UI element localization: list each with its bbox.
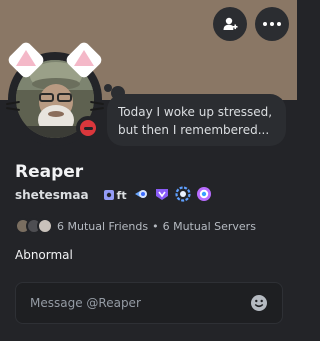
add-friend-button[interactable] xyxy=(213,7,247,41)
server-tag[interactable]: ft xyxy=(103,189,127,202)
about-me: Abnormal xyxy=(15,248,73,262)
user-profile-popout: Today I woke up stressed, but then I rem… xyxy=(0,0,297,341)
mutuals-summary: 6 Mutual Friends • 6 Mutual Servers xyxy=(57,220,256,233)
mutuals-row: 6 Mutual Friends • 6 Mutual Servers xyxy=(15,217,256,235)
mutual-friend-avatar xyxy=(37,218,53,234)
mutual-servers-link[interactable]: 6 Mutual Servers xyxy=(163,220,256,233)
nitro-badge-icon[interactable] xyxy=(154,186,170,202)
display-name: Reaper xyxy=(15,162,84,182)
custom-status-line-1: Today I woke up stressed, xyxy=(118,105,273,119)
profile-badges xyxy=(133,186,212,202)
separator-dot: • xyxy=(152,219,159,233)
more-dots-icon xyxy=(263,22,281,26)
server-boost-badge-icon[interactable] xyxy=(175,186,191,202)
server-tag-icon xyxy=(103,190,114,200)
message-box[interactable] xyxy=(15,282,283,324)
add-friend-icon xyxy=(223,17,238,30)
custom-status-bubble[interactable]: Today I woke up stressed, but then I rem… xyxy=(107,94,286,146)
quest-badge-icon[interactable] xyxy=(196,186,212,202)
dnd-status-icon xyxy=(80,120,96,136)
username-row: shetesmaa ft xyxy=(15,186,127,204)
presence-indicator xyxy=(76,116,100,140)
mutual-friends-link[interactable]: 6 Mutual Friends xyxy=(57,220,148,233)
more-options-button[interactable] xyxy=(255,7,289,41)
message-input[interactable] xyxy=(30,296,240,310)
custom-status-line-2: but then I remembered... xyxy=(118,123,270,137)
server-tag-text: ft xyxy=(116,188,127,202)
avatar[interactable] xyxy=(5,40,105,146)
username[interactable]: shetesmaa xyxy=(15,188,89,202)
emoji-smile-icon[interactable] xyxy=(250,294,268,312)
speedboost-badge-icon[interactable] xyxy=(133,186,149,202)
